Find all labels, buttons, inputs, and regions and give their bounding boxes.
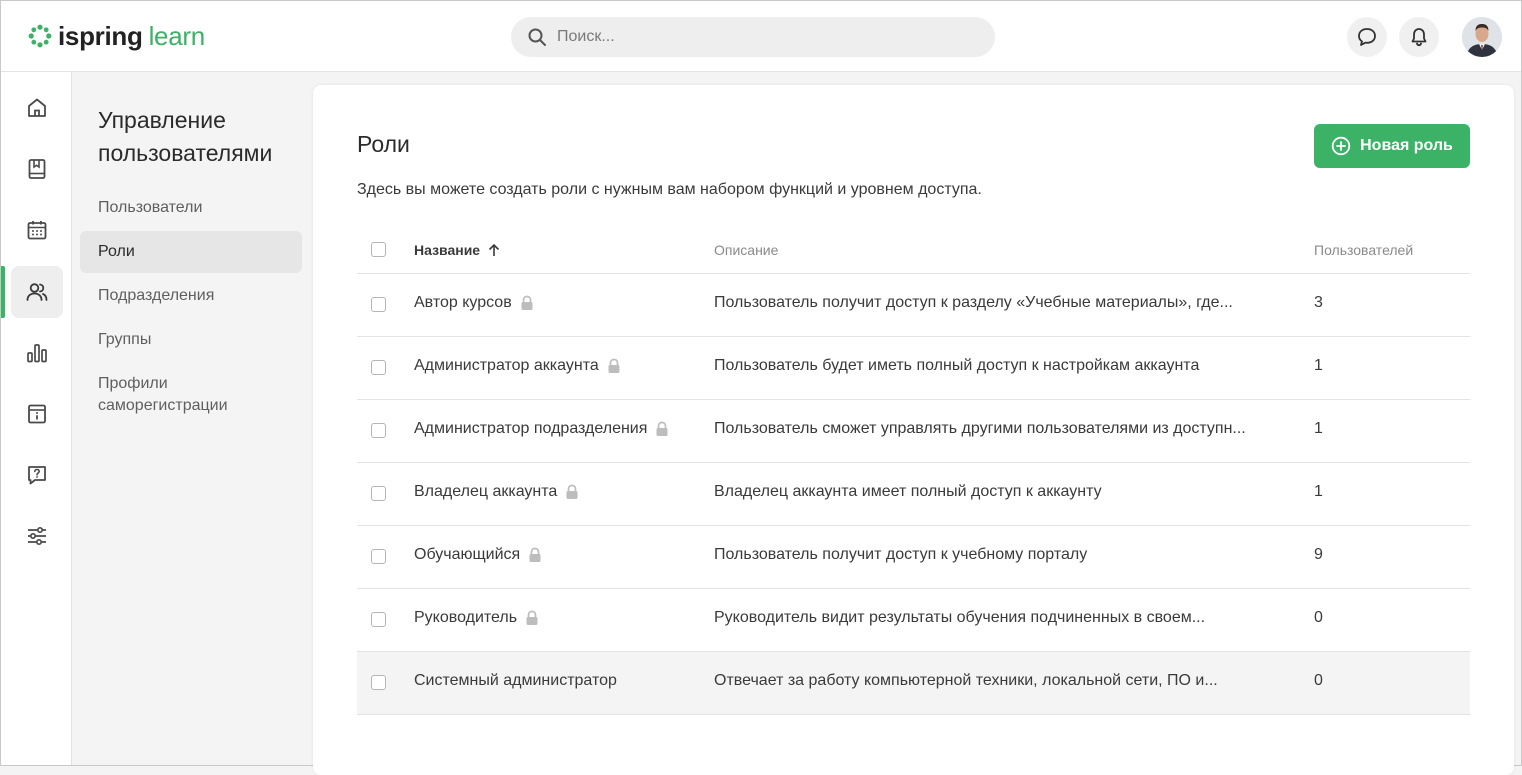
row-checkbox[interactable] <box>371 486 386 501</box>
app-logo[interactable]: ispring learn <box>28 21 205 51</box>
nav-settings[interactable] <box>11 510 63 562</box>
new-role-label: Новая роль <box>1360 137 1453 154</box>
subnav-item-self-registration[interactable]: Профили саморегистрации <box>80 373 302 417</box>
bell-icon <box>1411 28 1427 47</box>
table-row[interactable]: Владелец аккаунта Владелец аккаунта имее… <box>357 463 1470 526</box>
role-description: Пользователь получит доступ к разделу «У… <box>714 294 1233 311</box>
table-row[interactable]: Администратор подразделения Пользователь… <box>357 400 1470 463</box>
nav-materials[interactable] <box>11 143 63 195</box>
role-users-count: 1 <box>1314 483 1323 500</box>
nav-help[interactable] <box>11 449 63 501</box>
user-management-subnav: Управление пользователями Пользователи Р… <box>72 72 312 765</box>
notifications-button[interactable] <box>1399 17 1439 57</box>
plus-circle-icon <box>1331 136 1351 156</box>
search-input[interactable] <box>555 27 959 47</box>
chat-icon <box>1358 28 1376 46</box>
role-users-count: 1 <box>1314 357 1323 374</box>
table-header: Название Описание Пользователей <box>357 229 1470 274</box>
subnav-item-departments[interactable]: Подразделения <box>80 285 302 307</box>
column-header-name[interactable]: Название <box>414 242 502 258</box>
role-name[interactable]: Автор курсов <box>414 294 512 312</box>
info-board-icon <box>28 404 46 424</box>
nav-reports[interactable] <box>11 327 63 379</box>
logo-ispring-text: ispring <box>58 21 143 51</box>
role-users-count: 0 <box>1314 609 1323 626</box>
search-bar[interactable] <box>511 17 995 57</box>
top-header: ispring learn <box>1 1 1521 72</box>
column-header-description[interactable]: Описание <box>714 242 778 258</box>
page-description: Здесь вы можете создать роли с нужным ва… <box>357 181 982 198</box>
table-row[interactable]: Руководитель Руководитель видит результа… <box>357 589 1470 652</box>
role-name[interactable]: Руководитель <box>414 609 517 627</box>
subnav-item-users[interactable]: Пользователи <box>80 197 302 219</box>
role-description: Отвечает за работу компьютерной техники,… <box>714 672 1218 689</box>
role-users-count: 3 <box>1314 294 1323 311</box>
row-checkbox[interactable] <box>371 297 386 312</box>
subnav-item-roles[interactable]: Роли <box>80 231 302 273</box>
new-role-button[interactable]: Новая роль <box>1314 124 1470 168</box>
lock-icon <box>526 610 538 625</box>
row-checkbox[interactable] <box>371 675 386 690</box>
home-icon <box>28 98 46 117</box>
role-name[interactable]: Администратор подразделения <box>414 420 647 438</box>
role-name[interactable]: Владелец аккаунта <box>414 483 557 501</box>
table-row[interactable]: Системный администратор Отвечает за рабо… <box>357 652 1470 715</box>
active-nav-indicator <box>1 266 5 318</box>
main-nav-rail <box>1 72 72 765</box>
role-description: Пользователь получит доступ к учебному п… <box>714 546 1088 563</box>
nav-calendar[interactable] <box>11 204 63 256</box>
bar-chart-icon <box>27 344 47 363</box>
roles-card: Роли Здесь вы можете создать роли с нужн… <box>313 85 1514 775</box>
sort-ascending-icon <box>489 244 500 256</box>
search-icon <box>528 28 546 46</box>
question-chat-icon <box>28 466 46 485</box>
select-all-checkbox[interactable] <box>371 242 386 257</box>
table-row[interactable]: Автор курсов Пользователь получит доступ… <box>357 274 1470 337</box>
chat-button[interactable] <box>1347 17 1387 57</box>
calendar-icon <box>27 221 47 240</box>
sliders-icon <box>28 526 46 546</box>
subnav-title: Управление пользователями <box>98 107 273 166</box>
nav-users[interactable] <box>11 266 63 318</box>
page-title: Роли <box>357 131 410 157</box>
role-users-count: 9 <box>1314 546 1323 563</box>
avatar-image <box>1462 17 1502 57</box>
role-users-count: 0 <box>1314 672 1323 689</box>
role-description: Руководитель видит результаты обучения п… <box>714 609 1206 626</box>
row-checkbox[interactable] <box>371 360 386 375</box>
lock-icon <box>521 295 533 310</box>
user-avatar[interactable] <box>1462 17 1502 57</box>
nav-info[interactable] <box>11 388 63 440</box>
role-description: Пользователь будет иметь полный доступ к… <box>714 357 1200 374</box>
row-checkbox[interactable] <box>371 549 386 564</box>
book-icon <box>28 159 46 179</box>
row-checkbox[interactable] <box>371 423 386 438</box>
role-name[interactable]: Обучающийся <box>414 546 520 564</box>
lock-icon <box>529 547 541 562</box>
users-icon <box>26 283 48 301</box>
role-description: Владелец аккаунта имеет полный доступ к … <box>714 483 1102 500</box>
logo-learn-text: learn <box>148 21 206 51</box>
role-name[interactable]: Администратор аккаунта <box>414 357 599 375</box>
role-name[interactable]: Системный администратор <box>414 672 617 690</box>
table-row[interactable]: Обучающийся Пользователь получит доступ … <box>357 526 1470 589</box>
role-description: Пользователь сможет управлять другими по… <box>714 420 1246 437</box>
lock-icon <box>656 421 668 436</box>
subnav-item-groups[interactable]: Группы <box>80 329 302 351</box>
roles-table: Название Описание Пользователей Автор ку… <box>357 229 1470 715</box>
row-checkbox[interactable] <box>371 612 386 627</box>
table-row[interactable]: Администратор аккаунта Пользователь буде… <box>357 337 1470 400</box>
nav-home[interactable] <box>11 82 63 134</box>
lock-icon <box>608 358 620 373</box>
ispring-logo-icon <box>28 24 52 48</box>
lock-icon <box>566 484 578 499</box>
column-header-users[interactable]: Пользователей <box>1314 242 1413 258</box>
role-users-count: 1 <box>1314 420 1323 437</box>
